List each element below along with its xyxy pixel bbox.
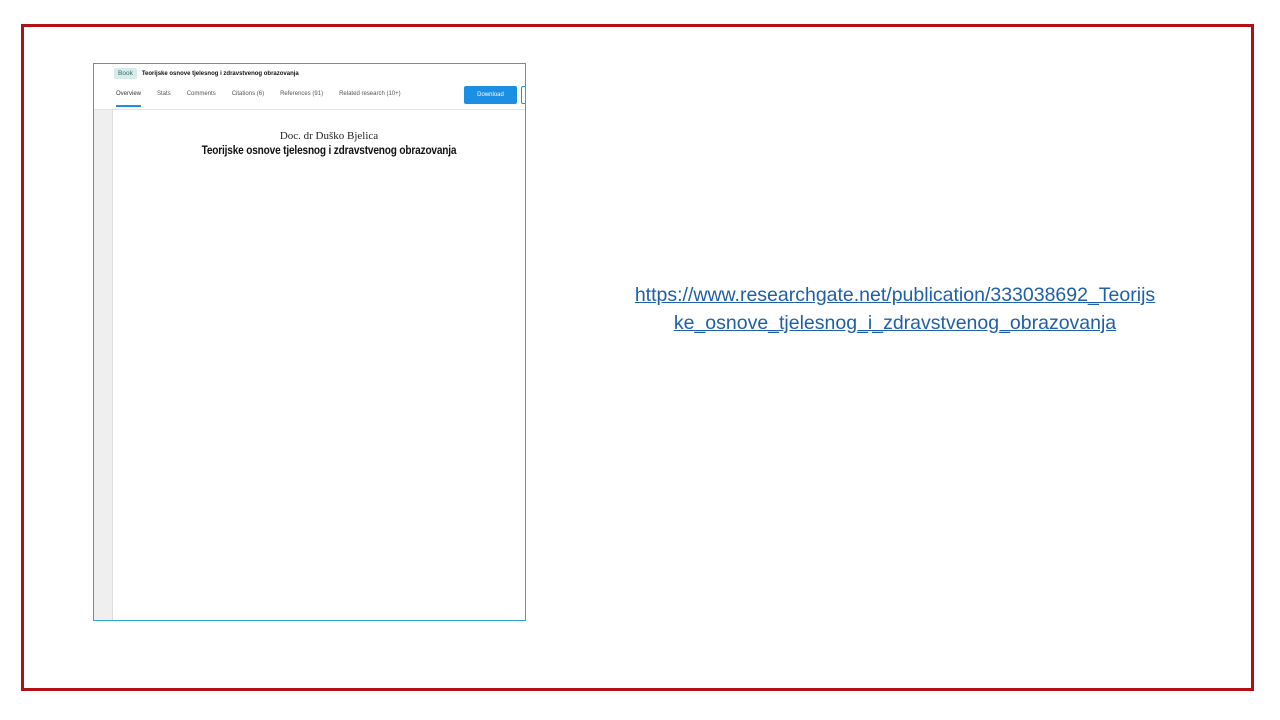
publication-title: Teorijske osnove tjelesnog i zdravstveno…: [141, 70, 299, 77]
researchgate-screenshot: Book Teorijske osnove tjelesnog i zdravs…: [93, 63, 526, 621]
document-side-rail: [94, 110, 113, 620]
publication-link[interactable]: https://www.researchgate.net/publication…: [560, 281, 1230, 337]
tab-overview[interactable]: Overview: [116, 91, 142, 107]
book-badge: Book: [114, 68, 137, 79]
tab-references[interactable]: References (91): [280, 91, 323, 107]
publication-link-line-1: https://www.researchgate.net/publication…: [634, 284, 1156, 306]
tab-related-research[interactable]: Related research (10+): [339, 91, 401, 107]
more-options-button[interactable]: [521, 86, 525, 104]
document-title: Teorijske osnove tjelesnog i zdravstveno…: [201, 143, 457, 157]
tab-stats[interactable]: Stats: [157, 91, 171, 107]
publication-header: Book Teorijske osnove tjelesnog i zdravs…: [94, 64, 525, 110]
document-page: Doc. dr Duško Bjelica Teorijske osnove t…: [114, 110, 525, 620]
publication-link-line-2: ke_osnove_tjelesnog_i_zdravstvenog_obraz…: [673, 312, 1117, 334]
download-button[interactable]: Download: [464, 86, 517, 104]
document-author: Doc. dr Duško Bjelica: [279, 130, 379, 142]
publication-title-row: Book Teorijske osnove tjelesnog i zdravs…: [114, 68, 299, 79]
publication-tabs: Overview Stats Comments Citations (6) Re…: [116, 91, 417, 107]
tab-comments[interactable]: Comments: [187, 91, 216, 107]
slide: Book Teorijske osnove tjelesnog i zdravs…: [0, 0, 1280, 720]
tab-citations[interactable]: Citations (6): [232, 91, 264, 107]
